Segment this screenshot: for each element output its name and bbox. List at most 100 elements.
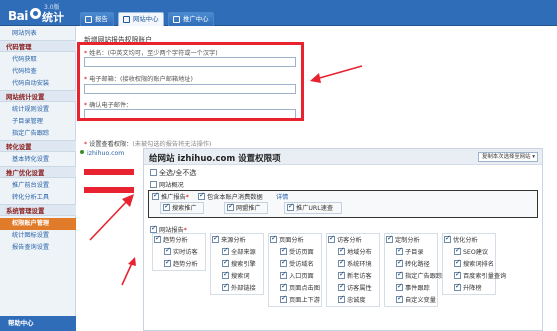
redacted-site[interactable] bbox=[84, 169, 134, 175]
report-item-label: 事件跟踪 bbox=[405, 285, 430, 292]
report-item-label: 搜索词排名 bbox=[463, 261, 494, 268]
site-item[interactable]: izhihuo.com bbox=[80, 150, 140, 162]
column-checkbox[interactable] bbox=[386, 234, 393, 243]
report-item-checkbox[interactable] bbox=[338, 294, 345, 303]
promo-report-label: 推广报告* bbox=[161, 194, 189, 201]
report-item-checkbox[interactable] bbox=[396, 294, 403, 303]
report-item-checkbox[interactable] bbox=[222, 246, 229, 255]
sidebar-item[interactable]: 代码获取 bbox=[0, 54, 76, 66]
report-item-checkbox[interactable] bbox=[338, 282, 345, 291]
report-item-checkbox[interactable] bbox=[396, 270, 403, 279]
tab-site-center[interactable]: 网站中心 bbox=[118, 12, 164, 26]
report-item-checkbox[interactable] bbox=[280, 258, 287, 267]
top-header: Bai 统计 3.0版 报告 网站中心 推广中心 bbox=[0, 0, 557, 26]
sidebar-item[interactable]: 转化分析工具 bbox=[0, 192, 76, 204]
report-item-checkbox[interactable] bbox=[164, 246, 171, 255]
report-item-checkbox[interactable] bbox=[338, 246, 345, 255]
overview-label: 网站概况 bbox=[159, 182, 184, 189]
promo-url-checkbox[interactable] bbox=[287, 202, 294, 211]
sidebar-item[interactable]: 基本转化设置 bbox=[0, 154, 76, 166]
details-link[interactable]: 详情 bbox=[276, 192, 288, 201]
report-item-label: 新老访客 bbox=[347, 273, 372, 280]
sidebar-item[interactable]: 指定广告跟踪 bbox=[0, 128, 76, 140]
sidebar: 网站列表 代码管理代码获取 代码检查 代码自动安装 网站统计设置 统计规则设置 子目录管理指… bbox=[0, 26, 76, 331]
annotation-arrow-diag bbox=[89, 194, 134, 241]
report-item-label: 忠诚度 bbox=[347, 297, 366, 304]
paw-icon bbox=[30, 8, 41, 19]
column-checkbox[interactable] bbox=[270, 234, 277, 243]
union-promo-label: 网盟推广 bbox=[236, 205, 261, 212]
baidu-tongji-logo[interactable]: Bai 统计 3.0版 bbox=[8, 4, 68, 24]
sidebar-item[interactable]: 网站列表 bbox=[0, 28, 76, 40]
column-checkbox[interactable] bbox=[212, 234, 219, 243]
sidebar-item[interactable]: 代码自动安装 bbox=[0, 78, 76, 90]
report-item-checkbox[interactable] bbox=[396, 246, 403, 255]
report-item-label: 系统环境 bbox=[347, 261, 372, 268]
report-item-checkbox[interactable] bbox=[338, 258, 345, 267]
report-item-checkbox[interactable] bbox=[280, 270, 287, 279]
logo-text: Bai bbox=[8, 9, 28, 23]
column-checkbox[interactable] bbox=[328, 234, 335, 243]
report-item-label: 自定义变量 bbox=[405, 297, 436, 304]
report-item-checkbox[interactable] bbox=[280, 282, 287, 291]
sidebar-section-heading[interactable]: 系统管理设置 bbox=[0, 204, 76, 216]
column-checkbox[interactable] bbox=[154, 234, 161, 243]
site-report-checkbox[interactable] bbox=[150, 224, 157, 233]
permission-panel: 给网站 izhihuo.com 设置权限项 复制本次选择至网站 ▾ 全选/全不选… bbox=[143, 148, 543, 331]
include-cost-checkbox[interactable] bbox=[198, 191, 205, 200]
tab-report[interactable]: 报告 bbox=[80, 12, 114, 26]
union-promo-checkbox[interactable] bbox=[227, 202, 234, 211]
report-item-label: 访客属性 bbox=[347, 285, 372, 292]
sidebar-item[interactable]: 权限账户管理 bbox=[0, 218, 76, 230]
help-center-button[interactable]: 帮助中心 bbox=[0, 316, 76, 331]
tab-label: 报告 bbox=[95, 15, 108, 23]
sidebar-section-heading[interactable]: 代码管理 bbox=[0, 40, 76, 52]
sidebar-item[interactable]: 代码检查 bbox=[0, 66, 76, 78]
report-item-checkbox[interactable] bbox=[222, 282, 229, 291]
report-item-label: 外部链接 bbox=[231, 285, 256, 292]
column-heading: 优化分析 bbox=[453, 237, 478, 244]
report-item-label: 页面点击图 bbox=[289, 285, 320, 292]
report-item-checkbox[interactable] bbox=[454, 282, 461, 291]
column-heading: 页面分析 bbox=[279, 237, 304, 244]
sidebar-item[interactable]: 报告查询设置 bbox=[0, 242, 76, 254]
report-item-label: 全部来源 bbox=[231, 249, 256, 256]
report-item-checkbox[interactable] bbox=[396, 282, 403, 291]
version-label: 3.0版 bbox=[44, 4, 60, 11]
annotation-arrow-right bbox=[310, 65, 363, 83]
report-item-checkbox[interactable] bbox=[164, 258, 171, 267]
sidebar-item[interactable]: 统计规则设置 bbox=[0, 104, 76, 116]
promo-url-label: 推广URL速查 bbox=[296, 205, 334, 212]
report-item-label: 指定广告跟踪 bbox=[405, 273, 443, 280]
permission-label: * 设置查看权限：(未被勾选的报告将无法操作) bbox=[84, 141, 212, 148]
report-item-checkbox[interactable] bbox=[222, 258, 229, 267]
sidebar-section-heading[interactable]: 推广优化设置 bbox=[0, 166, 76, 178]
report-item-checkbox[interactable] bbox=[338, 270, 345, 279]
report-item-checkbox[interactable] bbox=[280, 294, 287, 303]
report-item-label: 实时访客 bbox=[173, 249, 198, 256]
select-all-checkbox[interactable] bbox=[150, 169, 157, 176]
report-item-label: 地域分布 bbox=[347, 249, 372, 256]
sidebar-item[interactable]: 统计图标设置 bbox=[0, 230, 76, 242]
search-promo-checkbox[interactable] bbox=[163, 202, 170, 211]
column-heading: 访客分析 bbox=[337, 237, 362, 244]
overview-checkbox[interactable] bbox=[150, 181, 157, 188]
sidebar-section-heading[interactable]: 转化设置 bbox=[0, 140, 76, 152]
report-item-label: 百度索引量查询 bbox=[463, 273, 507, 280]
column-checkbox[interactable] bbox=[444, 234, 451, 243]
sidebar-section-heading[interactable]: 网站统计设置 bbox=[0, 90, 76, 102]
sidebar-item[interactable]: 子目录管理 bbox=[0, 116, 76, 128]
report-item-label: 入口页面 bbox=[289, 273, 314, 280]
sidebar-item[interactable]: 推广前台设置 bbox=[0, 180, 76, 192]
tab-promo-center[interactable]: 推广中心 bbox=[168, 12, 214, 26]
report-item-checkbox[interactable] bbox=[222, 270, 229, 279]
report-item-label: 转化路径 bbox=[405, 261, 430, 268]
report-item-label: 受访页面 bbox=[289, 249, 314, 256]
promo-report-checkbox[interactable] bbox=[152, 191, 159, 200]
report-item-checkbox[interactable] bbox=[280, 246, 287, 255]
report-item-checkbox[interactable] bbox=[454, 246, 461, 255]
report-item-checkbox[interactable] bbox=[396, 258, 403, 267]
report-item-checkbox[interactable] bbox=[454, 258, 461, 267]
report-item-checkbox[interactable] bbox=[454, 270, 461, 279]
copy-to-site-select[interactable]: 复制本次选择至网站 ▾ bbox=[478, 152, 538, 162]
